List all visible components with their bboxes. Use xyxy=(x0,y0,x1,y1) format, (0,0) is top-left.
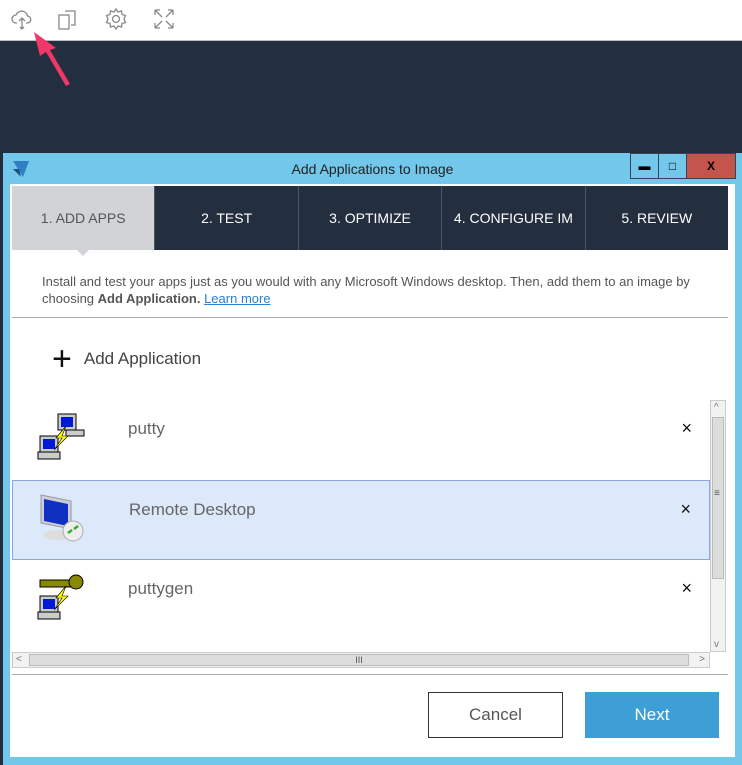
switch-window-icon[interactable] xyxy=(56,7,80,31)
tab-review[interactable]: 5. REVIEW xyxy=(584,186,728,250)
scroll-down-icon[interactable]: v xyxy=(714,639,719,650)
list-item[interactable]: putty × xyxy=(12,400,710,480)
application-list: putty × Remote Desktop × puttygen × xyxy=(12,400,710,636)
plus-icon: + xyxy=(52,340,72,378)
remove-app-button[interactable]: × xyxy=(681,578,692,599)
settings-gear-icon[interactable] xyxy=(104,7,128,31)
puttygen-icon xyxy=(37,574,84,620)
top-toolbar xyxy=(0,0,742,41)
app-name: putty xyxy=(128,419,165,438)
putty-icon xyxy=(37,413,85,460)
horizontal-scrollbar[interactable]: < III > xyxy=(12,652,710,668)
remove-app-button[interactable]: × xyxy=(680,499,691,520)
add-applications-window: Add Applications to Image ▬ □ X 1. ADD A… xyxy=(3,153,742,765)
list-item[interactable]: puttygen × xyxy=(12,560,710,636)
app-name: puttygen xyxy=(128,579,194,598)
scroll-up-icon[interactable]: ^ xyxy=(714,402,719,413)
minimize-button[interactable]: ▬ xyxy=(631,154,659,178)
list-item-selected[interactable]: Remote Desktop × xyxy=(12,480,710,560)
app-name: Remote Desktop xyxy=(129,500,256,519)
divider xyxy=(12,674,728,675)
remote-desktop-icon xyxy=(40,494,84,542)
tab-configure-image[interactable]: 4. CONFIGURE IM xyxy=(441,186,584,250)
wizard-steps: 1. ADD APPS 2. TEST 3. OPTIMIZE 4. CONFI… xyxy=(12,186,728,256)
learn-more-link[interactable]: Learn more xyxy=(204,291,270,306)
instructions: Install and test your apps just as you w… xyxy=(42,273,702,307)
tab-add-apps[interactable]: 1. ADD APPS xyxy=(12,186,155,256)
scroll-grip-icon: ≡ xyxy=(714,488,720,499)
cloud-upload-icon[interactable] xyxy=(10,7,34,31)
vertical-scrollbar[interactable]: ^ ≡ v xyxy=(710,400,726,652)
horizontal-scroll-thumb[interactable]: III xyxy=(29,654,689,666)
cancel-button[interactable]: Cancel xyxy=(428,692,563,738)
next-button[interactable]: Next xyxy=(585,692,719,738)
fullscreen-icon[interactable] xyxy=(152,7,176,31)
window-content: 1. ADD APPS 2. TEST 3. OPTIMIZE 4. CONFI… xyxy=(10,184,735,757)
vertical-scroll-thumb[interactable]: ≡ xyxy=(712,417,724,579)
title-bar: Add Applications to Image ▬ □ X xyxy=(3,153,742,184)
tab-test[interactable]: 2. TEST xyxy=(154,186,297,250)
annotation-arrow-icon xyxy=(34,32,70,86)
remove-app-button[interactable]: × xyxy=(681,418,692,439)
scroll-left-icon[interactable]: < xyxy=(16,654,22,665)
divider xyxy=(12,317,728,318)
close-button[interactable]: X xyxy=(687,154,735,178)
add-application-button[interactable]: + Add Application xyxy=(52,340,202,378)
maximize-button[interactable]: □ xyxy=(659,154,687,178)
scroll-right-icon[interactable]: > xyxy=(699,654,705,665)
tab-optimize[interactable]: 3. OPTIMIZE xyxy=(297,186,441,250)
instructions-bold: Add Application. xyxy=(97,291,201,306)
add-application-label: Add Application xyxy=(83,349,202,368)
